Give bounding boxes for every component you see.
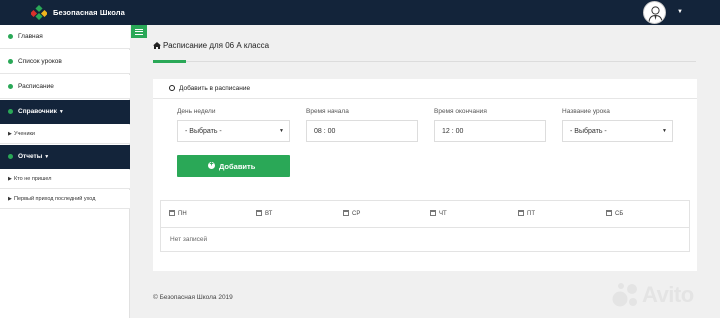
sidebar-item-lessons[interactable]: Список уроков: [0, 50, 130, 74]
bullet-icon: [8, 109, 13, 114]
start-time-label: Время начала: [306, 108, 349, 115]
calendar-icon: [518, 210, 524, 216]
sidebar-item-reports[interactable]: Отчеты ▼: [0, 145, 130, 169]
watermark-logo-icon: [612, 283, 637, 307]
menu-toggle-button[interactable]: [131, 25, 147, 38]
sidebar-subitem-students[interactable]: ▶ Ученики: [0, 125, 130, 144]
empty-state: Нет записей: [170, 236, 208, 243]
sidebar-item-directory[interactable]: Справочник ▼: [0, 100, 130, 124]
schedule-card: Добавить в расписание День недели - Выбр…: [153, 79, 697, 271]
sidebar-item-label: Справочник: [18, 108, 57, 115]
day-label: День недели: [177, 108, 216, 115]
end-time-label: Время окончания: [434, 108, 487, 115]
add-button[interactable]: + Добавить: [177, 155, 290, 177]
column-header: ПН: [169, 210, 187, 217]
sidebar: Главная Список уроков Расписание Справоч…: [0, 25, 130, 318]
card-header: Добавить в расписание: [153, 79, 697, 99]
watermark: Avito: [612, 280, 716, 310]
day-select-value: - Выбрать -: [185, 128, 222, 135]
add-button-label: Добавить: [219, 162, 256, 171]
calendar-icon: [430, 210, 436, 216]
footer-copyright: © Безопасная Школа 2019: [153, 294, 233, 301]
bullet-icon: [8, 59, 13, 64]
top-bar: Безопасная Школа ▼: [0, 0, 720, 25]
schedule-table: ПН ВТ СР ЧТ ПТ СБ Нет записей: [160, 200, 690, 252]
lesson-select[interactable]: - Выбрать - ▼: [562, 120, 673, 142]
chevron-down-icon: ▼: [44, 154, 50, 160]
column-header: ПТ: [518, 210, 535, 217]
brand-title[interactable]: Безопасная Школа: [53, 8, 125, 17]
title-accent: [153, 60, 186, 63]
bullet-icon: [8, 154, 13, 159]
start-time-input[interactable]: 08 : 00: [306, 120, 418, 142]
hamburger-icon: [135, 28, 143, 30]
plus-circle-icon: +: [208, 161, 215, 169]
sidebar-item-label: Первый приход последний уход: [14, 196, 96, 202]
user-menu-caret-icon[interactable]: ▼: [677, 9, 683, 15]
chevron-down-icon: ▼: [662, 128, 667, 134]
chevron-right-icon: ▶: [8, 131, 12, 137]
day-select[interactable]: - Выбрать - ▼: [177, 120, 290, 142]
start-time-value: 08 : 00: [314, 128, 336, 135]
user-avatar-icon: [648, 6, 663, 23]
end-time-value: 12 : 00: [442, 128, 464, 135]
calendar-icon: [606, 210, 612, 216]
lesson-select-value: - Выбрать -: [570, 128, 607, 135]
chevron-right-icon: ▶: [8, 196, 12, 202]
user-avatar[interactable]: [643, 1, 666, 24]
column-header: СР: [343, 210, 360, 217]
card-header-title: Добавить в расписание: [179, 85, 251, 92]
column-header: ЧТ: [430, 210, 447, 217]
home-icon: [153, 41, 161, 49]
chevron-down-icon: ▼: [279, 128, 284, 134]
bullet-icon: [8, 34, 13, 39]
logo-icon: [31, 5, 47, 20]
column-header: ВТ: [256, 210, 272, 217]
divider: [153, 61, 696, 62]
sidebar-item-label: Расписание: [18, 83, 54, 90]
sidebar-subitem-first-last[interactable]: ▶ Первый приход последний уход: [0, 190, 130, 209]
sidebar-subitem-absent[interactable]: ▶ Кто не пришел: [0, 170, 130, 189]
watermark-text: Avito: [642, 282, 694, 307]
end-time-input[interactable]: 12 : 00: [434, 120, 546, 142]
divider: [161, 227, 689, 228]
sidebar-item-label: Ученики: [14, 131, 36, 137]
sidebar-item-label: Список уроков: [18, 58, 62, 65]
sidebar-item-schedule[interactable]: Расписание: [0, 75, 130, 99]
page-title: Расписание для 06 А класса: [153, 41, 269, 50]
sidebar-item-label: Главная: [18, 33, 43, 40]
sidebar-item-label: Кто не пришел: [14, 176, 52, 182]
chevron-down-icon: ▼: [58, 109, 64, 115]
chevron-right-icon: ▶: [8, 176, 12, 182]
circle-icon: [169, 85, 175, 91]
column-header: СБ: [606, 210, 623, 217]
lesson-label: Название урока: [562, 108, 610, 115]
sidebar-item-label: Отчеты: [18, 153, 43, 160]
bullet-icon: [8, 84, 13, 89]
sidebar-item-home[interactable]: Главная: [0, 25, 130, 49]
calendar-icon: [343, 210, 349, 216]
page-title-text: Расписание для 06 А класса: [163, 41, 270, 50]
calendar-icon: [256, 210, 262, 216]
calendar-icon: [169, 210, 175, 216]
